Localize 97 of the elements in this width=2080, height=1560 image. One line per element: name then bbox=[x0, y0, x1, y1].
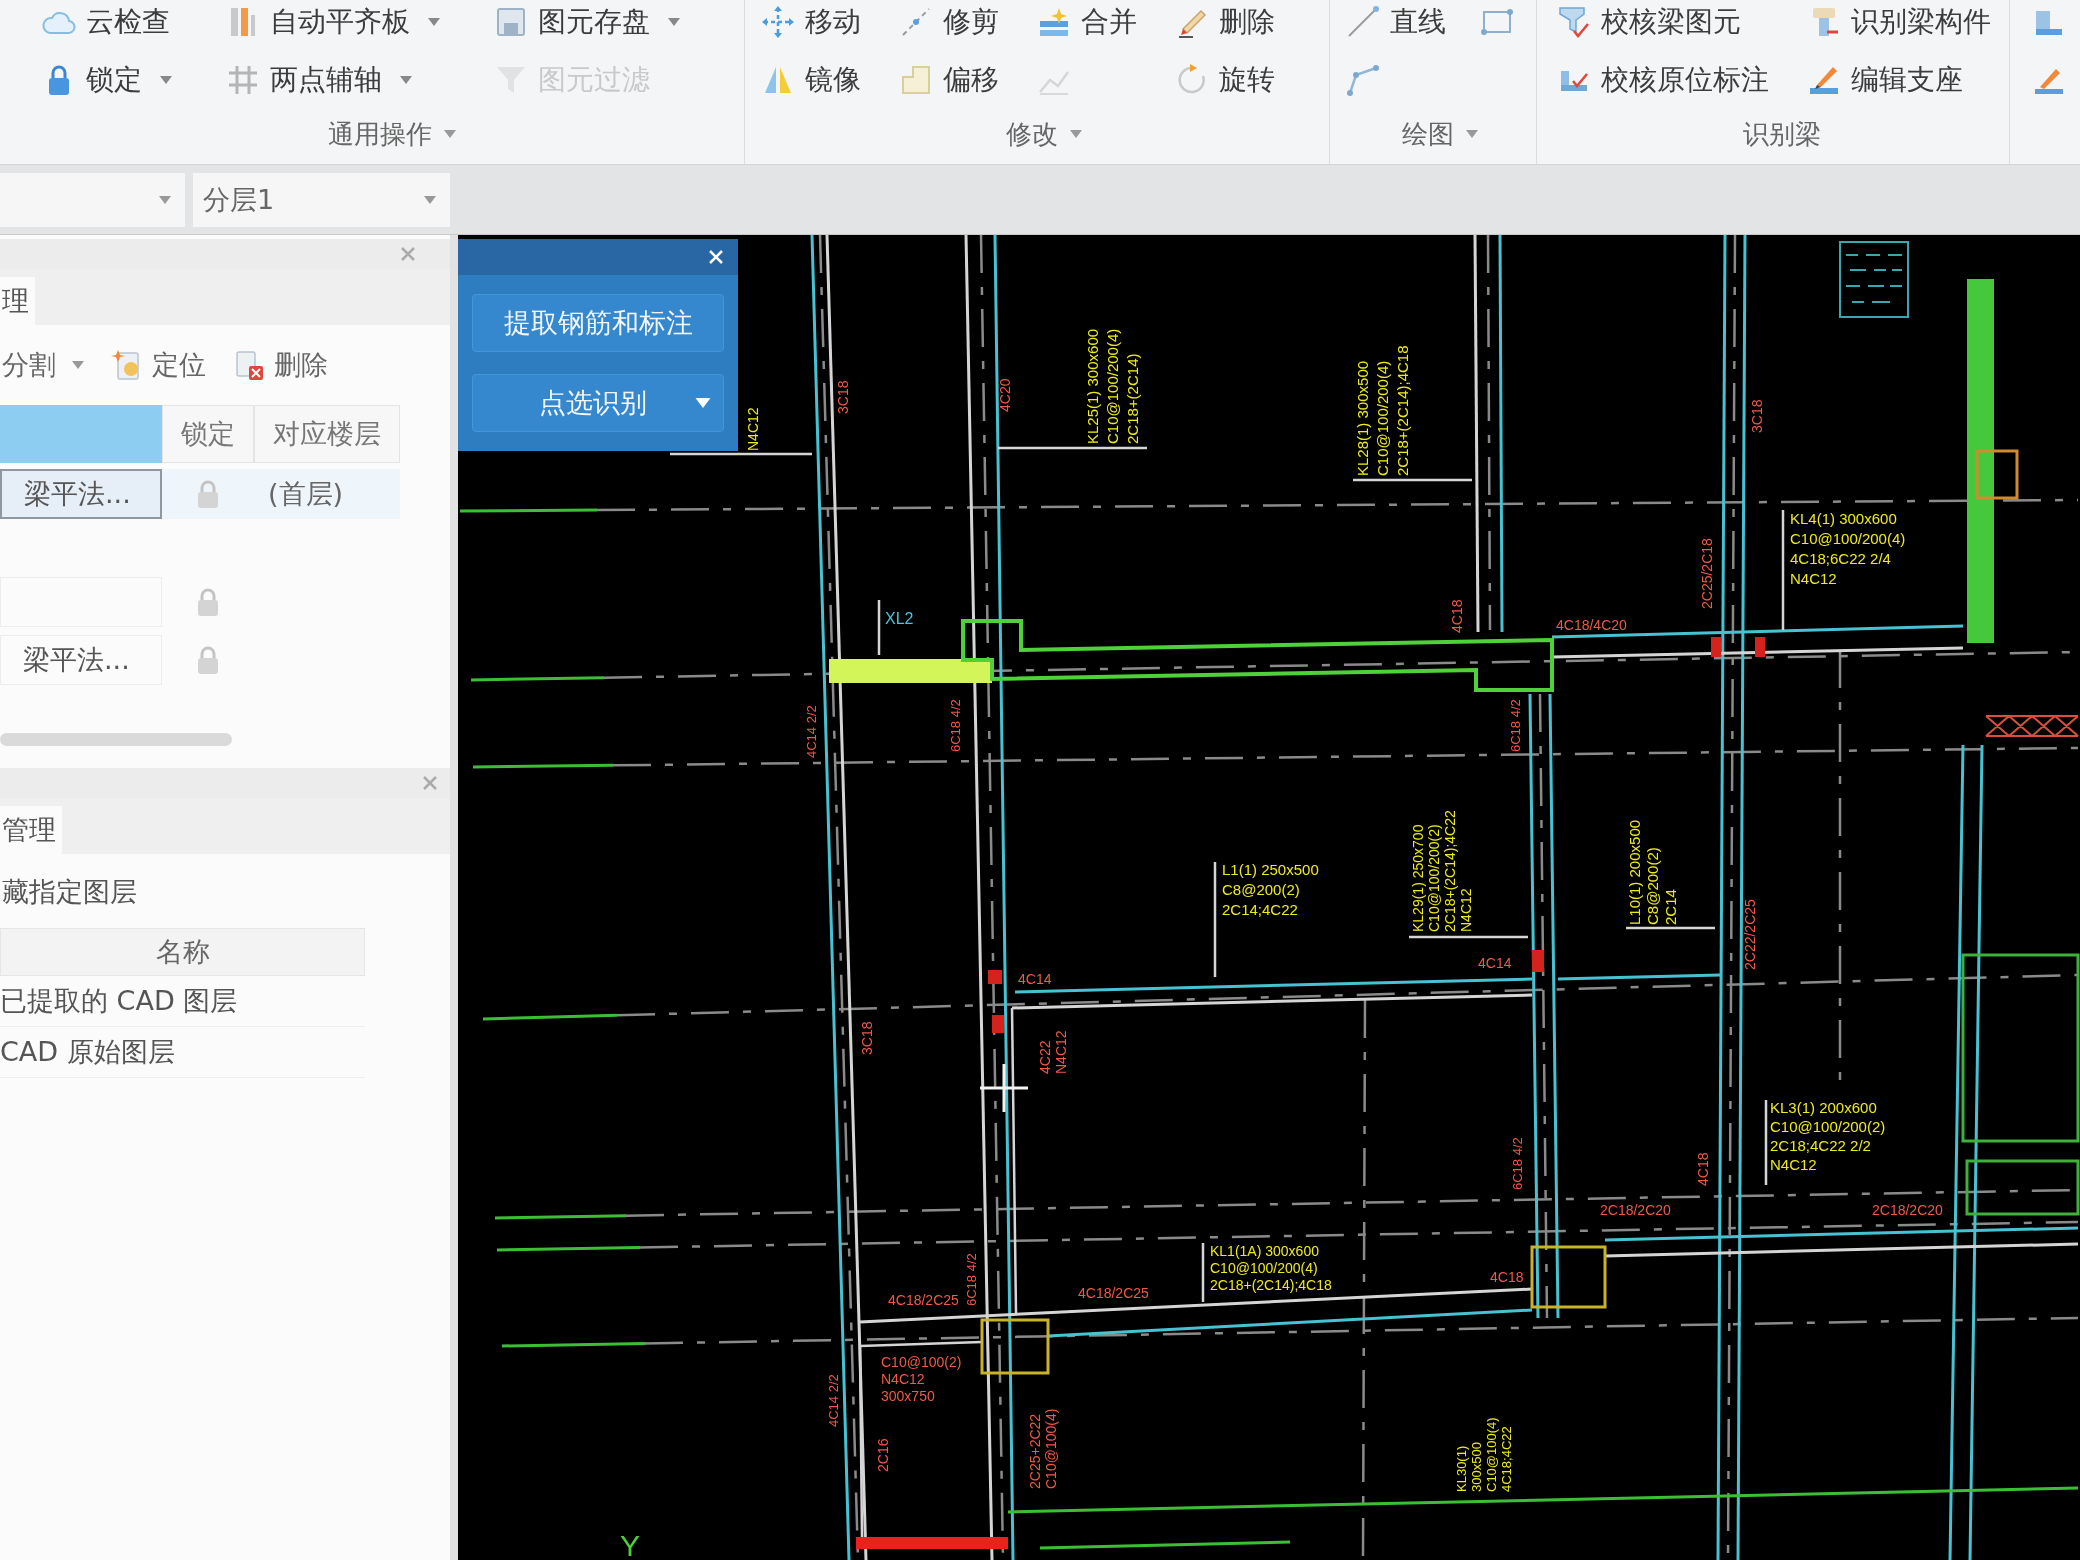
toolbar-button[interactable]: 删除 bbox=[230, 347, 330, 383]
cad-annotation: KL4(1) 300x600 C10@100/200(4) 4C18;6C22 2/4 N4C12 bbox=[1790, 510, 1906, 587]
table-row[interactable]: 已提取的 CAD 图层 bbox=[0, 976, 365, 1027]
ribbon-button[interactable]: 镜像 bbox=[759, 58, 863, 102]
ribbon-button[interactable]: 合并 bbox=[1035, 0, 1139, 44]
cad-annotation: 2C25/2C18 bbox=[1699, 538, 1715, 609]
cad-annotation: 3C18 bbox=[1749, 399, 1765, 433]
group-label-button[interactable]: 绘图 bbox=[1398, 114, 1482, 154]
column-header[interactable]: 名称 bbox=[0, 928, 365, 976]
column-header[interactable]: 锁定 bbox=[162, 405, 254, 463]
cad-annotation: L1(1) 250x500 C8@200(2) 2C14;4C22 bbox=[1222, 861, 1319, 918]
scrollbar[interactable] bbox=[0, 733, 232, 746]
ribbon-button[interactable]: 旋转 bbox=[1173, 58, 1277, 102]
cad-annotation: 4C14 bbox=[1478, 955, 1512, 971]
polyline-icon bbox=[1346, 63, 1380, 97]
crosshair-cursor-icon bbox=[980, 1064, 1028, 1112]
table-cell-text: (首层) bbox=[267, 477, 344, 511]
toolbar-button[interactable]: 定位 bbox=[108, 347, 208, 383]
ribbon-button[interactable]: 修剪 bbox=[897, 0, 1001, 44]
cad-annotation: 4C18 bbox=[1490, 1269, 1524, 1285]
ribbon-button[interactable]: 校核原位标注 bbox=[1555, 58, 1771, 102]
cad-annotation: 4C14 bbox=[1018, 971, 1052, 987]
toolbar-button[interactable]: 分割 bbox=[0, 347, 86, 383]
ribbon-button[interactable]: 自动平齐板 bbox=[224, 0, 442, 44]
rebar-marker bbox=[1532, 950, 1544, 972]
table-cell: 梁平法... bbox=[0, 635, 162, 685]
column-header[interactable] bbox=[0, 405, 162, 463]
ribbon-button[interactable]: 删除 bbox=[1173, 0, 1277, 44]
cad-annotation: 2C16 bbox=[875, 1438, 891, 1472]
cad-annotation: 2C22/2C25 bbox=[1742, 899, 1758, 970]
table-row[interactable]: CAD 原始图层 bbox=[0, 1027, 365, 1078]
funnel-check-icon bbox=[1557, 5, 1591, 39]
cad-annotation: 3C18 bbox=[835, 380, 851, 414]
cad-annotation: 4C18 bbox=[1449, 599, 1465, 633]
cad-annotation: 6C18 4/2 bbox=[964, 1253, 979, 1306]
cad-annotation: 4C18 bbox=[1695, 1152, 1711, 1186]
ribbon-button[interactable]: 直线 bbox=[1344, 0, 1448, 44]
cad-annotation: 4C22 N4C12 bbox=[1037, 1030, 1069, 1074]
cad-annotation: 4C14 2/2 bbox=[804, 705, 819, 758]
caret-icon bbox=[159, 195, 171, 204]
offset-shape-icon bbox=[899, 63, 933, 97]
ribbon-button[interactable]: 识别梁构件 bbox=[1805, 0, 1993, 44]
cad-annotation: KL25(1) 300x600 C10@100/200(4) 2C18+(2C14) bbox=[1084, 328, 1141, 444]
cad-annotation: C10@100(2) N4C12 300x750 bbox=[881, 1354, 962, 1404]
cad-annotation: 4C14 2/2 bbox=[826, 1374, 841, 1427]
column-header[interactable]: 对应楼层 bbox=[254, 405, 400, 463]
column-outline bbox=[980, 1318, 1050, 1375]
cad-annotation: 2C18/2C20 bbox=[1600, 1202, 1671, 1218]
cad-annotation: KL3(1) 200x600 C10@100/200(2) 2C18;4C22 2/2 N4C12 bbox=[1770, 1099, 1886, 1173]
ribbon-button[interactable]: 编辑支座 bbox=[1805, 58, 1993, 102]
cad-annotation: L10(1) 200x500 C8@200(2) 2C14 bbox=[1626, 819, 1679, 925]
dropdown-field[interactable] bbox=[0, 172, 185, 227]
caret-icon bbox=[424, 195, 436, 204]
rebar-marker bbox=[992, 1015, 1004, 1033]
ribbon-button[interactable]: 两点辅轴 bbox=[224, 58, 442, 102]
line-icon bbox=[1346, 5, 1380, 39]
group-label: 识别梁 bbox=[1742, 117, 1822, 151]
ribbon-button[interactable]: 校核梁图元 bbox=[1555, 0, 1771, 44]
ribbon-button[interactable]: 云检查 bbox=[40, 0, 174, 44]
tab[interactable]: 管理 bbox=[0, 806, 62, 854]
dropdown-field[interactable]: 分层1 bbox=[193, 172, 450, 227]
group-label-button[interactable]: 通用操作 bbox=[324, 114, 460, 154]
ribbon-button[interactable]: 偏移 bbox=[897, 58, 1001, 102]
ribbon-button[interactable]: 锁定 bbox=[40, 58, 174, 102]
rebar-marker bbox=[988, 970, 1002, 984]
cad-annotation: 6C18 4/2 bbox=[1510, 1137, 1525, 1190]
cad-annotation: KL28(1) 300x500 C10@100/200(4) 2C18+(2C14);4C18 bbox=[1354, 345, 1411, 476]
tab[interactable]: 理 bbox=[0, 277, 35, 325]
table-row[interactable]: 梁平法... bbox=[0, 635, 400, 685]
rebar-marker bbox=[1755, 637, 1765, 657]
leader-line bbox=[877, 600, 881, 655]
cad-annotation: 2C18/2C20 bbox=[1872, 1202, 1943, 1218]
cad-annotation: 4C18/2C25 bbox=[888, 1292, 959, 1308]
cad-annotation: KL30(1) 300x500 C10@100(4) 4C18;4C22 bbox=[1454, 1417, 1514, 1492]
table-row[interactable]: 梁平法... (首层) bbox=[0, 469, 400, 519]
cad-annotation: KL29(1) 250x700 C10@100/200(2) 2C18+(2C14);4C22 N4C12 bbox=[1410, 810, 1474, 932]
ribbon-button[interactable]: 图元存盘 bbox=[492, 0, 682, 44]
leader-line bbox=[1201, 1243, 1205, 1302]
cad-annotation: 4C20 bbox=[997, 378, 1013, 412]
column-outline bbox=[1975, 449, 2019, 500]
move-icon bbox=[761, 5, 795, 39]
cad-annotation: XL2 bbox=[885, 610, 914, 627]
grid-lines-icon bbox=[226, 63, 260, 97]
cad-annotation: 4C18/4C20 bbox=[1556, 617, 1627, 633]
cad-annotation: 3C18 bbox=[859, 1021, 875, 1055]
cad-annotation: 2C25+2C22 C10@100(4) bbox=[1027, 1408, 1059, 1489]
rebar-marker bbox=[1711, 637, 1721, 657]
cad-annotation: KL1(1A) 300x600 C10@100/200(4) 2C18+(2C14);4C18 bbox=[1210, 1243, 1332, 1293]
group-label-button[interactable]: 修改 bbox=[1002, 114, 1086, 154]
action-button[interactable]: 藏指定图层 bbox=[0, 868, 139, 916]
cad-annotation: 4C18/2C25 bbox=[1078, 1285, 1149, 1301]
cad-annotation: 6C18 4/2 bbox=[948, 699, 963, 752]
cad-annotation: 6C18 4/2 bbox=[1508, 699, 1523, 752]
table-cell: 梁平法... bbox=[0, 469, 162, 519]
ribbon-button[interactable]: 移动 bbox=[759, 0, 863, 44]
cad-annotation: N4C12 bbox=[745, 407, 761, 451]
axis-label: Y bbox=[620, 1529, 640, 1560]
